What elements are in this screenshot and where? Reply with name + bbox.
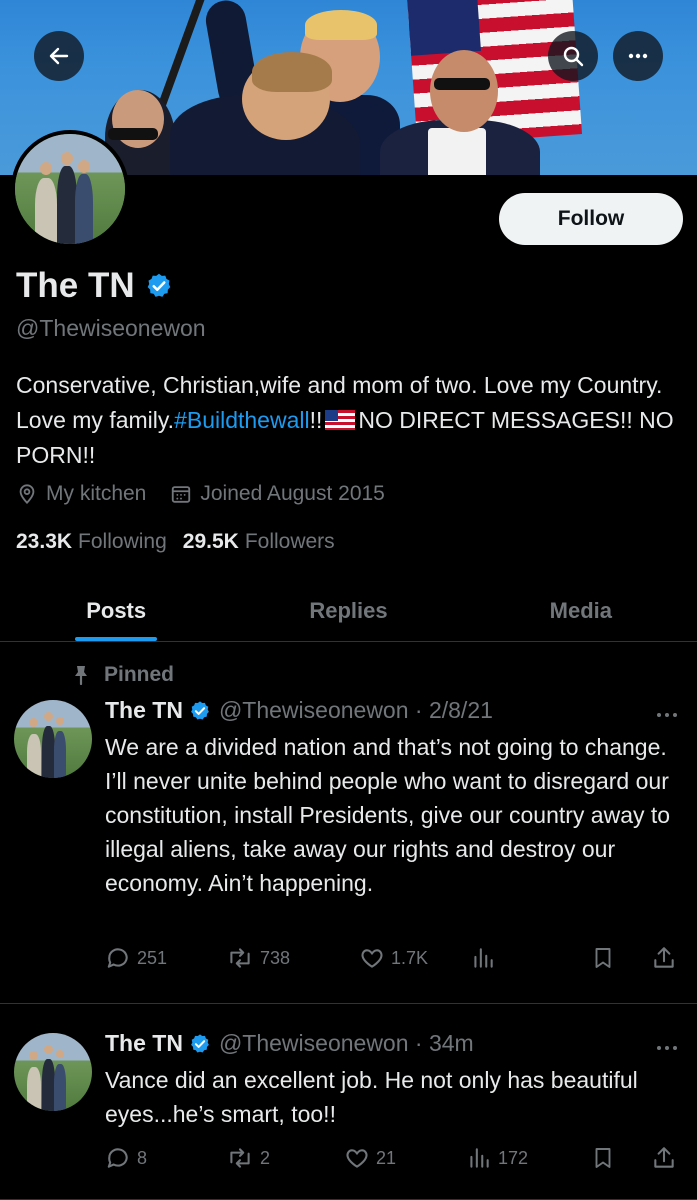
profile-handle: @Thewiseonewon	[16, 315, 206, 341]
banner-shirt	[428, 128, 486, 175]
more-horizontal-icon	[628, 53, 648, 59]
following-count: 23.3K	[16, 530, 73, 553]
analytics-bar-icon	[470, 1148, 489, 1168]
joined-text: Joined August 2015	[200, 482, 385, 505]
post-author-name[interactable]: The TN	[105, 1030, 183, 1057]
repost-button[interactable]: 738	[226, 945, 359, 971]
post-more-button[interactable]	[655, 701, 679, 727]
repost-count: 2	[260, 1147, 271, 1168]
heart-icon	[346, 1149, 368, 1168]
reply-button[interactable]: 251	[105, 945, 226, 971]
views-count: 172	[498, 1147, 529, 1168]
views-button[interactable]	[470, 945, 591, 971]
active-tab-indicator	[75, 637, 158, 641]
verified-badge-icon	[147, 273, 170, 297]
post-header: The TN @Thewiseonewon · 2/8/21	[105, 697, 493, 724]
verified-badge-icon	[191, 700, 209, 720]
reply-count: 8	[137, 1147, 148, 1168]
repost-button[interactable]: 2	[226, 1145, 344, 1171]
heart-icon	[361, 949, 383, 968]
post-item[interactable]: The TN @Thewiseonewon · 34m Vance did an…	[0, 1004, 697, 1200]
bookmark-button[interactable]	[591, 1145, 651, 1171]
post-handle-time: @Thewiseonewon · 2/8/21	[218, 697, 493, 723]
followers-count: 29.5K	[182, 530, 239, 553]
post-author-avatar[interactable]	[14, 1033, 92, 1111]
profile-meta: My kitchen Joined August 2015	[16, 482, 409, 506]
analytics-bar-icon	[474, 948, 493, 968]
search-button[interactable]	[548, 31, 598, 81]
back-button[interactable]	[34, 31, 84, 81]
post-actions: 8 2 21 172	[105, 1145, 683, 1171]
banner-person-hair	[305, 10, 377, 40]
us-flag-emoji-icon	[325, 410, 356, 430]
reply-icon	[107, 948, 128, 968]
post-header: The TN @Thewiseonewon · 34m	[105, 1030, 474, 1057]
share-icon	[654, 947, 674, 968]
bookmark-button[interactable]	[591, 945, 651, 971]
following-label: Following	[78, 530, 167, 553]
reply-button[interactable]: 8	[105, 1145, 226, 1171]
profile-bio: Conservative, Christian,wife and mom of …	[16, 368, 686, 473]
hashtag-link[interactable]: #Buildthewall	[174, 407, 310, 433]
banner-person-hair	[252, 52, 332, 92]
repost-icon	[230, 1148, 250, 1168]
location-pin-icon	[19, 484, 35, 505]
calendar-icon	[172, 486, 191, 503]
like-count: 21	[376, 1147, 397, 1168]
tab-label: Media	[549, 597, 612, 623]
profile-joined: Joined August 2015	[170, 482, 385, 506]
bookmark-icon	[595, 1148, 611, 1168]
share-button[interactable]	[651, 1145, 683, 1171]
tab-label: Replies	[309, 597, 388, 623]
profile-tabs: Posts Replies Media	[0, 580, 697, 642]
tab-media[interactable]: Media	[465, 580, 697, 641]
profile-avatar[interactable]	[11, 130, 129, 248]
search-icon	[563, 46, 584, 67]
bookmark-icon	[595, 948, 611, 968]
pinned-label: Pinned	[104, 663, 175, 686]
tab-replies[interactable]: Replies	[232, 580, 464, 641]
like-button[interactable]: 1.7K	[359, 945, 470, 971]
repost-icon	[230, 948, 250, 968]
banner-sunglasses	[434, 78, 490, 90]
like-count: 1.7K	[391, 947, 429, 968]
following-link[interactable]: 23.3K Following	[16, 530, 167, 554]
profile-name-row: The TN	[16, 266, 173, 306]
location-text: My kitchen	[46, 482, 147, 505]
profile-name: The TN	[16, 266, 135, 305]
followers-link[interactable]: 29.5K Followers	[183, 530, 335, 554]
post-handle-time: @Thewiseonewon · 34m	[218, 1030, 474, 1056]
post-text: We are a divided nation and that’s not g…	[105, 734, 671, 896]
post-text: Vance did an excellent job. He not only …	[105, 1067, 638, 1127]
follow-button[interactable]: Follow	[499, 193, 683, 245]
tab-posts[interactable]: Posts	[0, 580, 232, 641]
post-author-name[interactable]: The TN	[105, 697, 183, 724]
views-button[interactable]: 172	[466, 1145, 591, 1171]
post-author-avatar[interactable]	[14, 700, 92, 778]
share-button[interactable]	[651, 945, 683, 971]
post-actions: 251 738 1.7K	[105, 945, 683, 971]
arrow-left-icon	[49, 47, 69, 65]
share-icon	[654, 1147, 674, 1168]
banner-flagpole	[154, 0, 210, 118]
more-horizontal-icon	[657, 713, 677, 717]
profile-location: My kitchen	[16, 482, 146, 506]
more-horizontal-icon	[657, 1046, 677, 1050]
pin-icon	[75, 666, 87, 685]
reply-icon	[107, 1148, 128, 1168]
followers-label: Followers	[244, 530, 335, 553]
verified-badge-icon	[191, 1033, 209, 1053]
post-more-button[interactable]	[655, 1034, 679, 1060]
banner-person-head	[430, 50, 498, 132]
bio-text: !!	[309, 407, 323, 433]
more-options-button[interactable]	[613, 31, 663, 81]
like-button[interactable]: 21	[344, 1145, 466, 1171]
profile-stats: 23.3K Following 29.5K Followers	[16, 530, 351, 554]
reply-count: 251	[137, 947, 168, 968]
post-item[interactable]: Pinned The TN @Thewiseonewon · 2/8/21 We…	[0, 643, 697, 1004]
pinned-indicator: Pinned	[72, 663, 174, 687]
tab-label: Posts	[86, 597, 147, 623]
repost-count: 738	[260, 947, 291, 968]
